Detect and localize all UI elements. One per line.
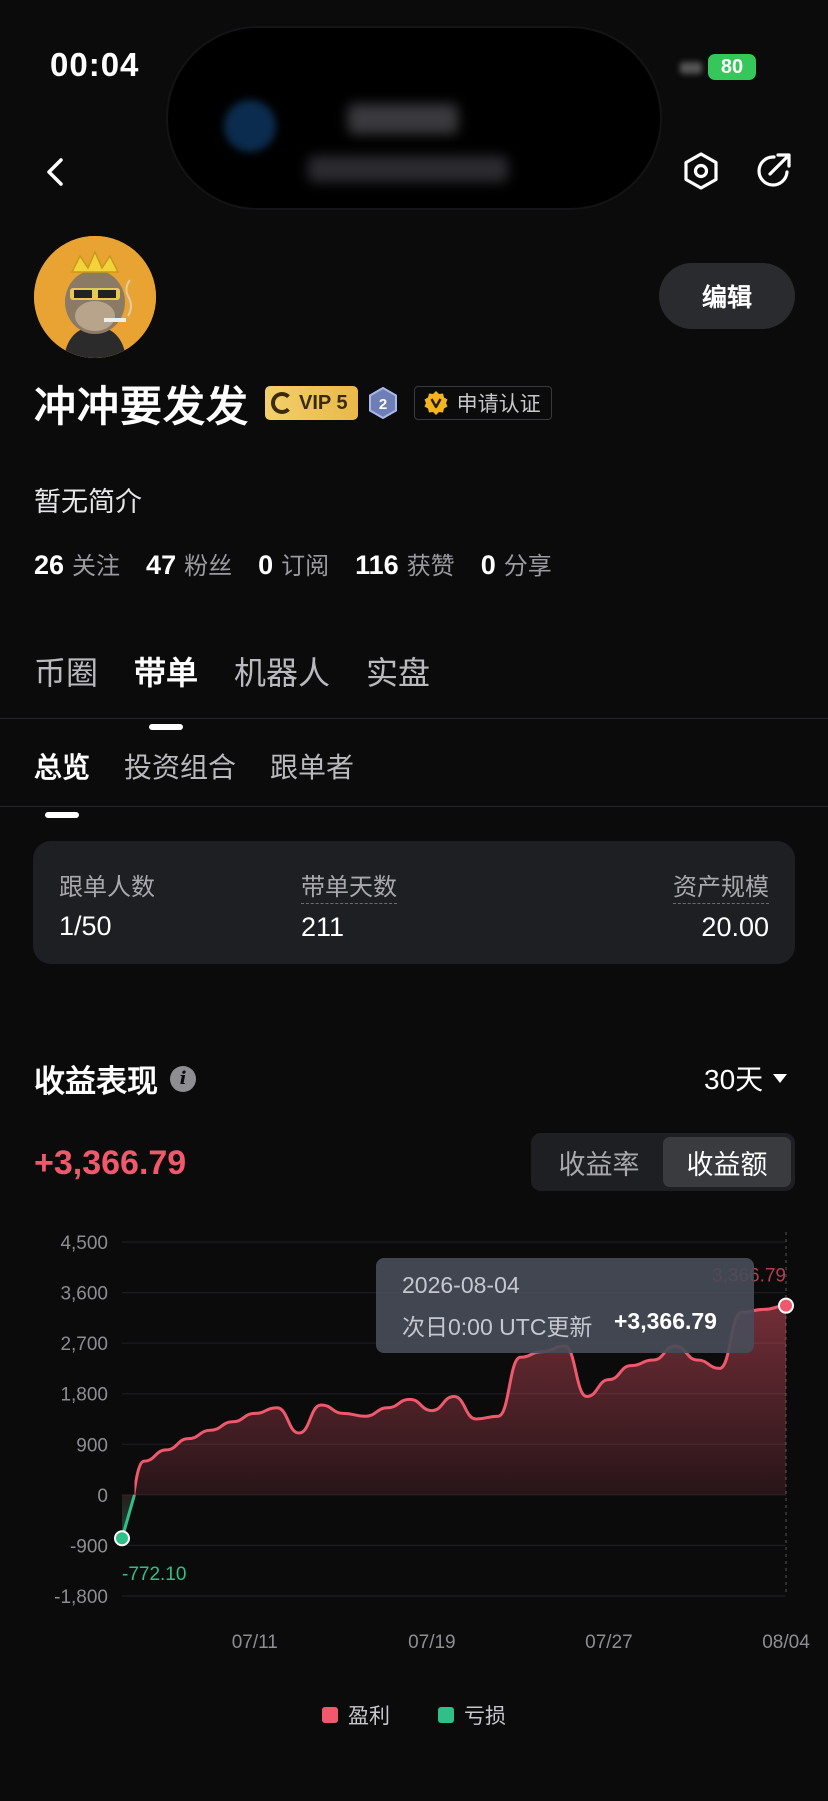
tab-copy-trading[interactable]: 带单 xyxy=(134,648,198,694)
info-icon[interactable]: i xyxy=(170,1065,196,1092)
x-tick-label: 07/11 xyxy=(232,1632,278,1653)
stat-shares[interactable]: 0 分享 xyxy=(481,546,552,581)
tooltip-value: +3,366.79 xyxy=(614,1308,717,1334)
tab-live-trading[interactable]: 实盘 xyxy=(366,648,430,694)
legend-label: 盈利 xyxy=(348,1705,390,1728)
verify-label: 申请认证 xyxy=(456,393,541,416)
stat-subscriptions[interactable]: 0 订阅 xyxy=(258,546,329,581)
summary-value: 20.00 xyxy=(701,912,769,942)
legend-swatch-profit xyxy=(322,1707,338,1723)
stat-number: 116 xyxy=(355,550,399,580)
y-tick-label: 1,800 xyxy=(60,1385,108,1406)
vip-logo-icon xyxy=(271,392,294,414)
vip-badge[interactable]: VIP 5 xyxy=(265,386,358,420)
legend-swatch-loss xyxy=(438,1707,454,1723)
stat-following[interactable]: 26 关注 xyxy=(34,546,120,581)
summary-aum[interactable]: 资产规模 20.00 xyxy=(673,867,769,943)
level-number: 2 xyxy=(378,396,386,413)
tab-portfolio[interactable]: 投资组合 xyxy=(124,746,236,786)
verified-v-icon xyxy=(424,391,448,415)
tab-crypto-circle[interactable]: 币圈 xyxy=(34,648,98,694)
apply-verification-button[interactable]: 申请认证 xyxy=(413,386,552,420)
summary-days[interactable]: 带单天数 211 xyxy=(301,867,397,943)
summary-label: 带单天数 xyxy=(301,867,397,904)
sub-tabs: 总览 投资组合 跟单者 xyxy=(34,746,388,786)
legend-loss[interactable]: 亏损 xyxy=(438,1700,506,1730)
share-icon[interactable] xyxy=(752,150,794,192)
status-time: 00:04 xyxy=(50,46,140,83)
metric-toggle: 收益率 收益额 xyxy=(531,1133,795,1191)
edit-profile-button[interactable]: 编辑 xyxy=(659,263,795,329)
summary-label: 跟单人数 xyxy=(59,874,155,901)
avatar[interactable] xyxy=(34,236,156,358)
summary-card: 跟单人数 1/50 带单天数 211 资产规模 20.00 xyxy=(33,841,795,964)
end-point-marker xyxy=(778,1297,794,1314)
chart-tooltip: 2026-08-04 次日0:00 UTC更新 +3,366.79 xyxy=(376,1258,754,1353)
stat-label: 关注 xyxy=(72,553,121,580)
summary-value: 1/50 xyxy=(59,911,112,941)
toggle-return-rate[interactable]: 收益率 xyxy=(535,1137,663,1187)
start-value-label: -772.10 xyxy=(122,1564,186,1585)
y-tick-label: -1,800 xyxy=(54,1587,108,1608)
start-point-marker xyxy=(114,1530,130,1547)
performance-title: 收益表现 xyxy=(34,1064,158,1099)
stat-label: 获赞 xyxy=(406,553,455,580)
tab-bots[interactable]: 机器人 xyxy=(234,648,330,694)
profile-stats: 26 关注 47 粉丝 0 订阅 116 获赞 0 分享 xyxy=(34,546,578,581)
divider xyxy=(0,718,828,719)
tooltip-date: 2026-08-04 xyxy=(402,1272,520,1298)
caret-down-icon xyxy=(773,1073,788,1083)
top-nav xyxy=(0,150,828,200)
level-badge[interactable]: 2 xyxy=(368,386,398,420)
period-value: 30天 xyxy=(704,1064,764,1095)
summary-followers: 跟单人数 1/50 xyxy=(59,867,155,942)
y-tick-label: 4,500 xyxy=(60,1233,108,1254)
chart-legend: 盈利 亏损 xyxy=(0,1700,828,1730)
tooltip-label: 次日0:00 UTC更新 xyxy=(402,1314,593,1340)
x-tick-label: 08/04 xyxy=(762,1632,810,1653)
stat-number: 0 xyxy=(258,550,274,580)
ape-avatar-icon xyxy=(34,236,156,358)
performance-section-title: 收益表现 i xyxy=(34,1056,196,1101)
y-tick-label: 3,600 xyxy=(60,1284,108,1305)
y-tick-label: 2,700 xyxy=(60,1334,108,1355)
total-pnl-value: +3,366.79 xyxy=(34,1144,187,1182)
y-tick-label: -900 xyxy=(70,1536,108,1557)
stat-number: 0 xyxy=(480,550,496,580)
x-tick-label: 07/27 xyxy=(585,1632,633,1653)
stat-label: 订阅 xyxy=(281,553,330,580)
stat-followers[interactable]: 47 粉丝 xyxy=(146,546,232,581)
stat-number: 26 xyxy=(34,550,65,580)
chevron-left-icon[interactable] xyxy=(36,152,76,192)
username: 冲冲要发发 xyxy=(34,382,250,430)
legend-label: 亏损 xyxy=(464,1705,506,1728)
legend-profit[interactable]: 盈利 xyxy=(322,1700,390,1730)
status-bar: 00:04 80 xyxy=(0,0,828,208)
signal-icon xyxy=(680,62,702,74)
summary-value: 211 xyxy=(301,912,345,942)
settings-icon[interactable] xyxy=(680,150,722,192)
tab-overview[interactable]: 总览 xyxy=(34,746,90,786)
summary-label: 资产规模 xyxy=(673,867,769,904)
toggle-return-amount[interactable]: 收益额 xyxy=(663,1137,791,1187)
notification-title-blurred xyxy=(348,104,458,134)
stat-label: 分享 xyxy=(503,553,552,580)
stat-likes[interactable]: 116 获赞 xyxy=(355,546,455,581)
battery-icon: 80 xyxy=(708,54,756,80)
vip-label: VIP 5 xyxy=(299,391,348,414)
period-dropdown[interactable]: 30天 xyxy=(704,1058,788,1098)
bio-text: 暂无简介 xyxy=(34,487,142,517)
notification-app-icon xyxy=(224,100,276,152)
divider xyxy=(0,806,828,807)
profile-name-row: 冲冲要发发 VIP 5 2 申请认证 xyxy=(34,378,552,430)
main-tabs: 币圈 带单 机器人 实盘 xyxy=(34,648,466,694)
stat-label: 粉丝 xyxy=(184,553,233,580)
x-tick-label: 07/19 xyxy=(408,1632,456,1653)
y-tick-label: 0 xyxy=(97,1486,108,1507)
tab-copiers[interactable]: 跟单者 xyxy=(270,746,354,786)
y-tick-label: 900 xyxy=(76,1435,108,1456)
stat-number: 47 xyxy=(146,550,177,580)
